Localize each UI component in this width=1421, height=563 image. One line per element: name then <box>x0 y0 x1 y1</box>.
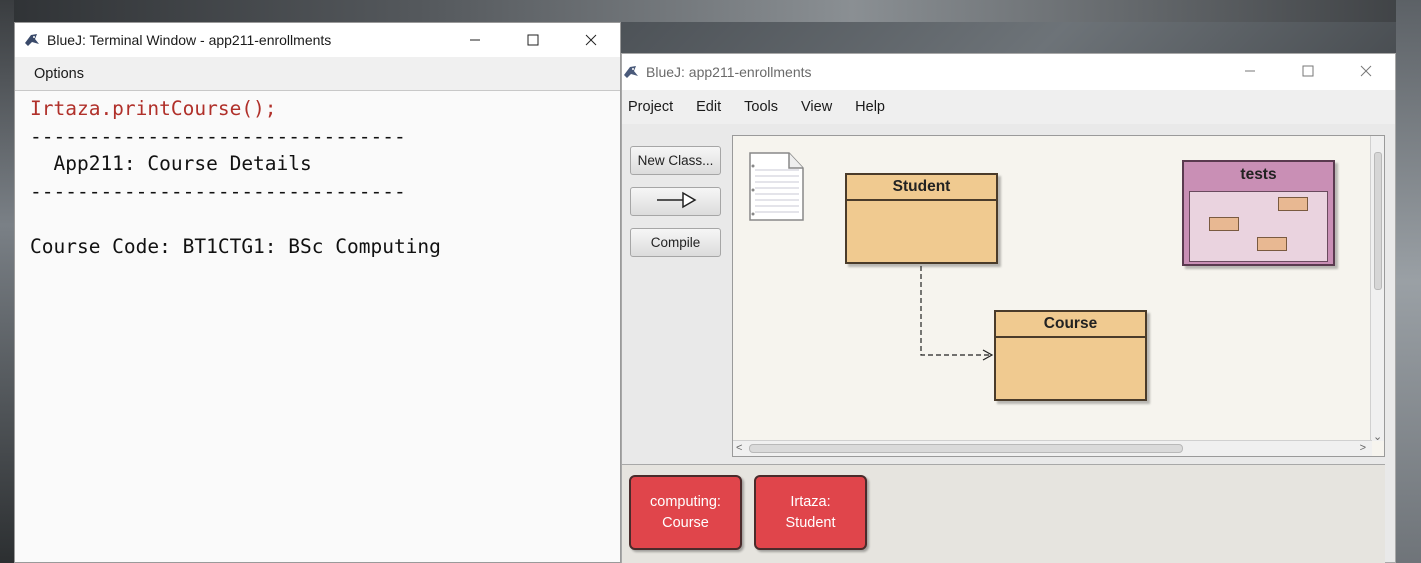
object-name: computing: <box>650 493 721 510</box>
new-arrow-button[interactable] <box>630 187 721 216</box>
terminal-line: -------------------------------- <box>30 179 406 203</box>
object-type: Course <box>662 514 709 531</box>
package-contents-preview <box>1189 191 1328 262</box>
menu-view[interactable]: View <box>795 99 832 115</box>
object-type: Student <box>785 514 836 531</box>
terminal-title: BlueJ: Terminal Window - app211-enrollme… <box>47 32 332 48</box>
vertical-scrollbar[interactable]: ⌄ <box>1370 136 1384 443</box>
package-mini-class <box>1257 237 1287 251</box>
tool-sidebar: New Class... Compile <box>622 124 732 514</box>
scroll-left-icon[interactable]: < <box>736 442 742 454</box>
terminal-menubar: Options <box>15 57 620 91</box>
object-name: Irtaza: <box>790 493 831 510</box>
uses-arrow-icon <box>655 191 697 212</box>
desktop-background <box>0 0 1421 22</box>
menu-options[interactable]: Options <box>15 66 103 82</box>
main-menubar: Project Edit Tools View Help <box>622 90 1395 124</box>
object-irtaza[interactable]: Irtaza: Student <box>754 475 867 550</box>
minimize-icon[interactable] <box>446 23 504 57</box>
bluej-bird-icon <box>23 31 41 49</box>
new-class-button[interactable]: New Class... <box>630 146 721 175</box>
main-titlebar[interactable]: BlueJ: app211-enrollments <box>622 54 1395 90</box>
horizontal-scroll-thumb[interactable] <box>749 444 1183 453</box>
terminal-line: -------------------------------- <box>30 124 406 148</box>
package-mini-class <box>1209 217 1239 231</box>
menu-tools[interactable]: Tools <box>738 99 778 115</box>
close-icon[interactable] <box>1337 54 1395 88</box>
terminal-line: Course Code: BT1CTG1: BSc Computing <box>30 234 441 258</box>
maximize-icon[interactable] <box>504 23 562 57</box>
bluej-main-window: BlueJ: app211-enrollments Project Edit T… <box>621 53 1396 563</box>
menu-project[interactable]: Project <box>622 99 673 115</box>
terminal-output[interactable]: Irtaza.printCourse(); -------------------… <box>15 91 620 264</box>
terminal-line: App211: Course Details <box>30 152 312 175</box>
horizontal-scrollbar[interactable]: < > <box>733 440 1372 456</box>
scroll-down-icon[interactable]: ⌄ <box>1373 430 1382 443</box>
object-computing[interactable]: computing: Course <box>629 475 742 550</box>
scroll-right-icon[interactable]: > <box>1360 442 1366 454</box>
compile-button[interactable]: Compile <box>630 228 721 257</box>
menu-edit[interactable]: Edit <box>690 99 721 115</box>
minimize-icon[interactable] <box>1221 54 1279 88</box>
package-tests-name: tests <box>1240 166 1277 183</box>
desktop-background-right <box>1396 0 1421 563</box>
object-bench: computing: Course Irtaza: Student <box>622 464 1385 563</box>
desktop-background-left <box>0 0 14 563</box>
menu-help[interactable]: Help <box>849 99 885 115</box>
terminal-titlebar[interactable]: BlueJ: Terminal Window - app211-enrollme… <box>15 23 620 57</box>
package-tests[interactable]: tests <box>1182 160 1335 266</box>
maximize-icon[interactable] <box>1279 54 1337 88</box>
vertical-scroll-thumb[interactable] <box>1374 152 1382 290</box>
terminal-window: BlueJ: Terminal Window - app211-enrollme… <box>14 22 621 563</box>
close-icon[interactable] <box>562 23 620 57</box>
main-title: BlueJ: app211-enrollments <box>646 64 812 80</box>
class-diagram-canvas[interactable]: Student Course tests ⌄ < > <box>732 135 1385 457</box>
package-mini-class <box>1278 197 1308 211</box>
terminal-line-command: Irtaza.printCourse(); <box>30 97 277 120</box>
bluej-bird-icon <box>622 63 640 81</box>
terminal-line: ​ <box>30 205 605 233</box>
